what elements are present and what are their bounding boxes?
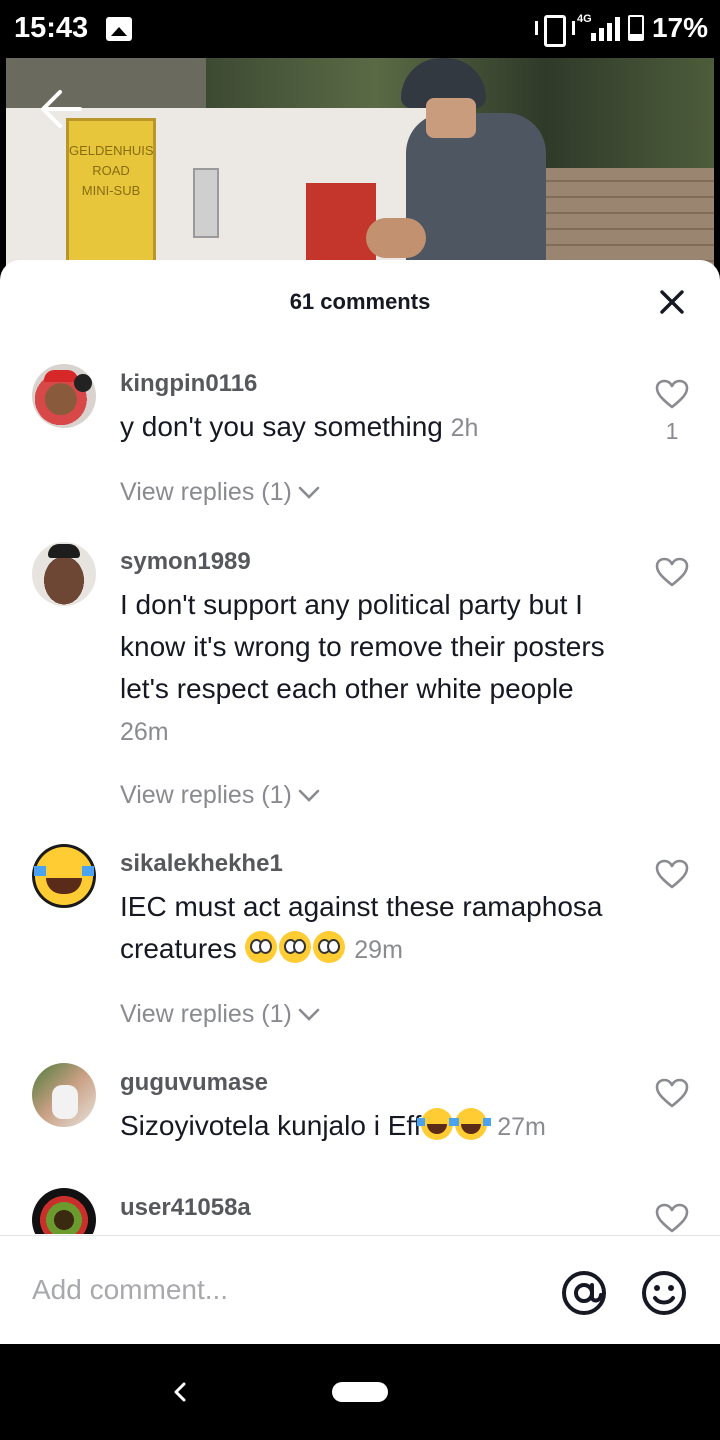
comments-count-title: 61 comments [289, 289, 431, 314]
image-notification-icon [106, 17, 132, 41]
vibrate-icon [534, 13, 575, 47]
sheet-header: 61 comments [0, 260, 720, 344]
status-bar: 15:43 4G 17% [0, 0, 720, 58]
comment-username[interactable]: guguvumase [120, 1069, 268, 1097]
heart-icon[interactable] [654, 1077, 690, 1109]
status-time: 15:43 [14, 12, 89, 44]
chevron-down-icon [298, 1008, 320, 1021]
navigation-bar [0, 1344, 720, 1440]
comment-input[interactable] [32, 1274, 512, 1306]
avatar[interactable] [32, 364, 96, 428]
signal-icon: 4G [576, 13, 620, 41]
battery-percent: 17% [651, 12, 708, 43]
comment-text: I don't support any political party but … [120, 589, 605, 746]
at-icon[interactable] [560, 1269, 608, 1317]
flushed-face-emoji [244, 931, 347, 964]
avatar[interactable] [32, 1063, 96, 1127]
like-count: 1 [665, 418, 679, 444]
view-replies-button[interactable]: View replies (1) [120, 781, 320, 810]
battery-icon [627, 15, 644, 41]
emoji-icon[interactable] [640, 1269, 688, 1317]
chevron-down-icon [298, 789, 320, 802]
tears-of-joy-emoji [417, 1108, 492, 1141]
back-arrow-icon[interactable] [38, 86, 84, 132]
chevron-down-icon [298, 486, 320, 499]
comment-input-bar [0, 1235, 720, 1344]
comment-username[interactable]: sikalekhekhe1 [120, 850, 283, 878]
comment-text: IEC must act against these ramaphosa cre… [120, 891, 603, 964]
comment-username[interactable]: symon1989 [120, 548, 251, 576]
heart-icon[interactable] [654, 1202, 690, 1234]
avatar[interactable] [32, 1188, 96, 1234]
comment-time: 26m [120, 718, 169, 746]
comment-text: y don't you say something 2h [120, 411, 479, 442]
view-replies-button[interactable]: View replies (1) [120, 1000, 320, 1029]
comment-list[interactable]: kingpin0116 y don't you say something 2h… [0, 344, 720, 1234]
network-type: 4G [576, 13, 592, 25]
comment-time: 27m [497, 1113, 546, 1141]
status-right: 4G 17% [534, 12, 708, 47]
heart-icon[interactable] [654, 858, 690, 890]
view-replies-button[interactable]: View replies (1) [120, 478, 320, 507]
comments-sheet: 61 comments kingpin0116 y don't you say … [0, 260, 720, 1344]
comment-username[interactable]: kingpin0116 [120, 370, 257, 398]
heart-icon[interactable] [654, 378, 690, 410]
comment-time: 2h [450, 414, 479, 442]
comment-time: 29m [354, 936, 403, 964]
avatar[interactable] [32, 542, 96, 606]
nav-home-button[interactable] [332, 1382, 388, 1402]
comment-username[interactable]: user41058a [120, 1194, 251, 1222]
close-icon[interactable] [658, 288, 686, 316]
nav-back-icon[interactable] [168, 1372, 192, 1412]
avatar[interactable] [32, 844, 96, 908]
comment-text: Sizoyivotela kunjalo i Eff 27m [120, 1108, 546, 1141]
heart-icon[interactable] [654, 556, 690, 588]
